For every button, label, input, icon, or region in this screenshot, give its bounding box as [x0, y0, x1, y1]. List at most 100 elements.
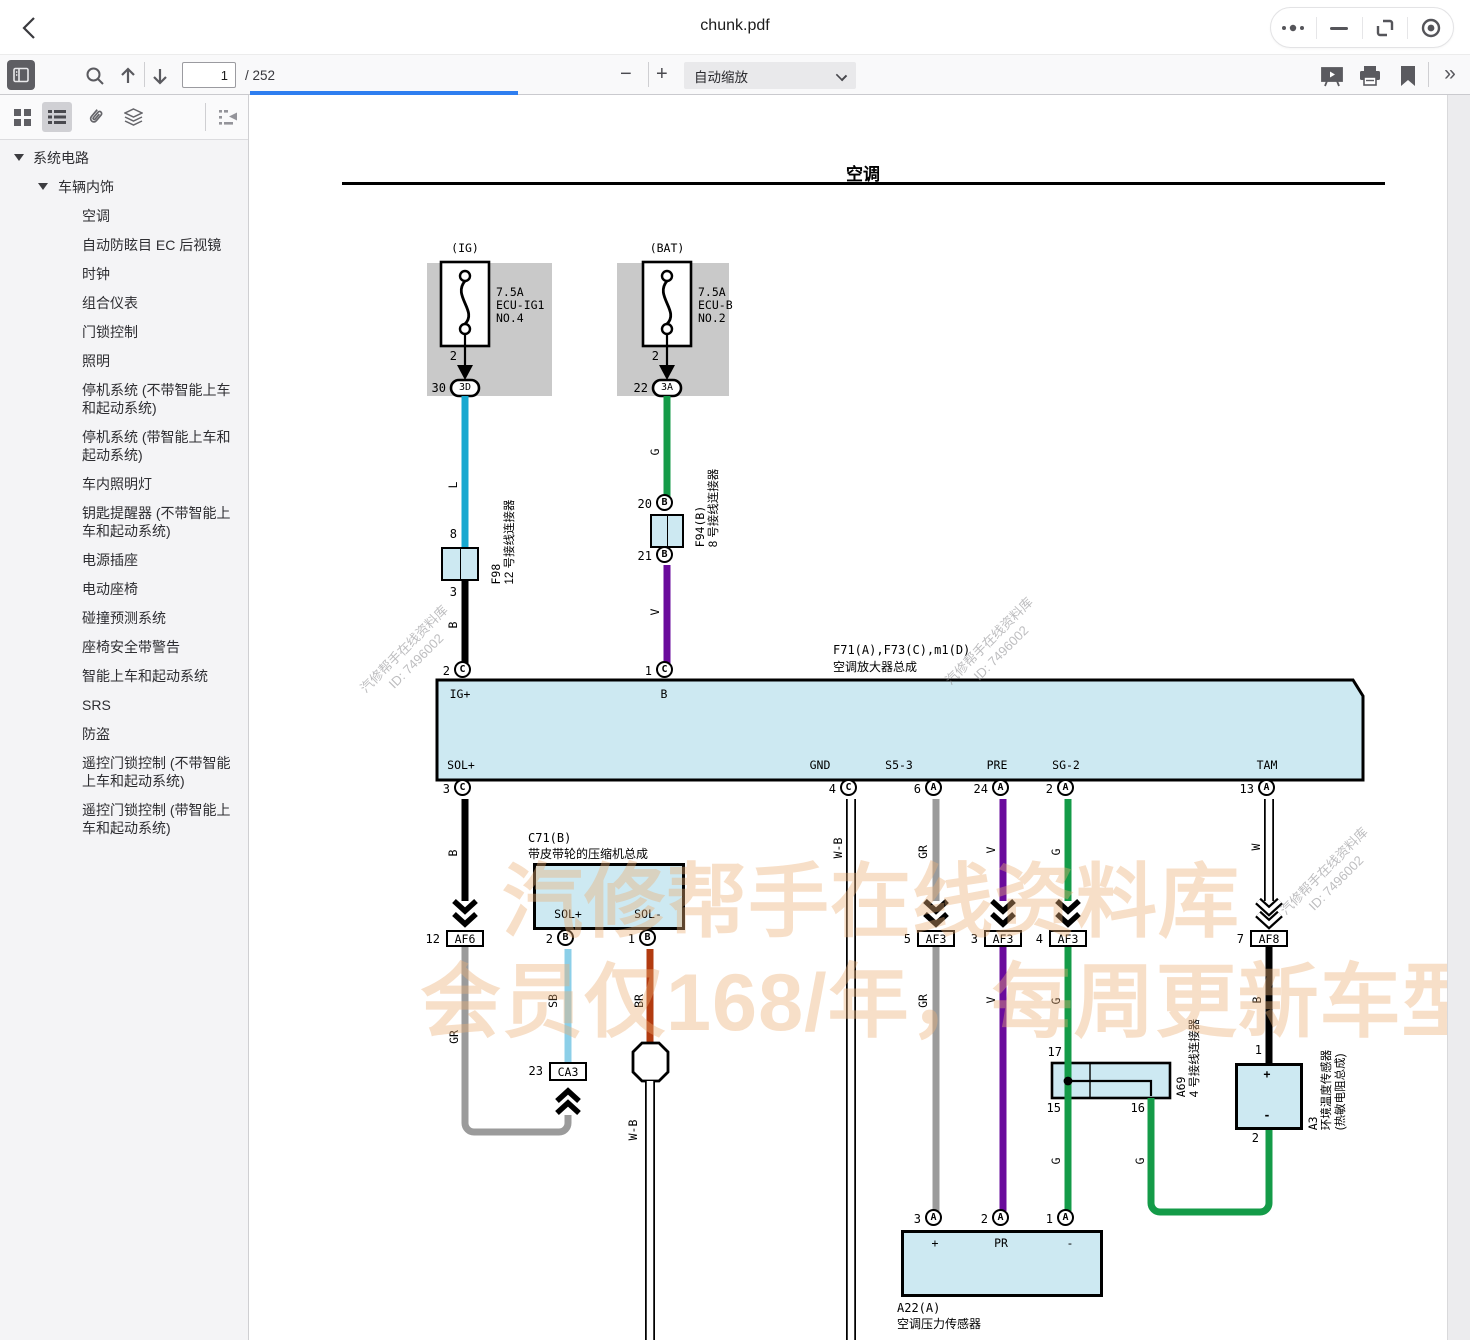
pin-number: 2 [433, 349, 457, 363]
wire-label: W-B [626, 1120, 640, 1141]
junction-f94-label: F94(B)8 号接线连接器 [693, 469, 721, 548]
expand-triangle-icon[interactable] [38, 183, 48, 190]
outline-item[interactable]: 防盗 [0, 725, 248, 743]
amp-pin-label: SOL+ [447, 758, 475, 772]
more-tools-icon[interactable]: » [1438, 61, 1462, 87]
connector-oval-label: 3D [459, 382, 471, 393]
search-icon[interactable] [84, 65, 106, 87]
fuse-tag: (IG) [451, 241, 479, 255]
sidebar-toggle-button[interactable] [7, 60, 35, 90]
print-icon[interactable] [1358, 64, 1382, 88]
connector-number: 22 [624, 381, 648, 395]
zoom-in-button[interactable]: + [656, 64, 668, 84]
pdf-toolbar: / 252 − + 自动缩放 » [0, 55, 1470, 95]
divider [648, 62, 649, 87]
outline-item[interactable]: 遥控门锁控制 (带智能上车和起动系统) [0, 801, 248, 837]
watermark-text: 会员仅168/年，每周更新车型 [420, 937, 1447, 1054]
thumbnails-view-icon[interactable] [7, 102, 37, 132]
outline-item[interactable]: 时钟 [0, 265, 248, 283]
divider [144, 62, 145, 87]
pin: 2A [992, 1209, 1009, 1226]
outline-view-icon[interactable] [42, 102, 72, 132]
page-number-input[interactable] [182, 62, 236, 88]
outline-item[interactable]: 停机系统 (不带智能上车和起动系统) [0, 381, 248, 417]
sidebar-view-buttons [0, 95, 248, 140]
outline-item[interactable]: 电源插座 [0, 551, 248, 569]
outline-item[interactable]: 座椅安全带警告 [0, 638, 248, 656]
pin: 3C [454, 779, 471, 796]
outline-item[interactable]: 碰撞预测系统 [0, 609, 248, 627]
layers-view-icon[interactable] [118, 102, 148, 132]
pin: 21B [656, 546, 673, 563]
wire-label: G [648, 449, 662, 456]
pin: 2A [1057, 779, 1074, 796]
fuse-number: NO.2 [698, 311, 726, 325]
more-options-icon[interactable] [1276, 13, 1310, 43]
record-icon[interactable] [1414, 13, 1448, 43]
pin: 3A [925, 1209, 942, 1226]
pin: 13A [1258, 779, 1275, 796]
title-rule [342, 182, 1385, 185]
amp-pin-label: S5-3 [885, 758, 913, 772]
pin: 24A [992, 779, 1009, 796]
current-outline-item-icon[interactable] [213, 102, 243, 132]
junction-f94-box [650, 514, 684, 548]
presentation-mode-icon[interactable] [1320, 64, 1344, 88]
pin-number: 15 [1037, 1101, 1061, 1115]
pin-number: 2 [1235, 1131, 1259, 1145]
amp-pin-label: IG+ [450, 687, 471, 701]
page-count: / 252 [245, 68, 275, 83]
outline-item[interactable]: 停机系统 (带智能上车和起动系统) [0, 428, 248, 464]
amp-pin-label: PRE [987, 758, 1008, 772]
next-page-icon[interactable] [150, 66, 170, 86]
outline-item[interactable]: 自动防眩目 EC 后视镜 [0, 236, 248, 254]
outline-item[interactable]: 电动座椅 [0, 580, 248, 598]
outline-item[interactable]: 智能上车和起动系统 [0, 667, 248, 685]
previous-page-icon[interactable] [118, 66, 138, 86]
outline-item[interactable]: 空调 [0, 207, 248, 225]
amp-pin-label: GND [810, 758, 831, 772]
pin: 6A [925, 779, 942, 796]
maximize-icon[interactable] [1368, 13, 1402, 43]
outline-item[interactable]: 组合仪表 [0, 294, 248, 312]
outline-item[interactable]: 钥匙提醒器 (不带智能上车和起动系统) [0, 504, 248, 540]
pin: 20B [656, 494, 673, 511]
outline-item[interactable]: SRS [0, 696, 248, 714]
pin-number: 2 [635, 349, 659, 363]
pin-number: 16 [1121, 1101, 1145, 1115]
sensor-pin-label: + [932, 1236, 939, 1250]
outline-item[interactable]: 照明 [0, 352, 248, 370]
bookmark-icon[interactable] [1398, 64, 1418, 88]
zoom-out-button[interactable]: − [620, 64, 632, 84]
divider [1362, 17, 1363, 39]
minimize-icon[interactable] [1322, 13, 1356, 43]
outline-item[interactable]: 系统电路 [0, 149, 248, 167]
outline-item[interactable]: 门锁控制 [0, 323, 248, 341]
scrollbar[interactable] [1447, 95, 1470, 1340]
window-controls [1270, 7, 1454, 48]
wire-label: L [446, 482, 460, 489]
attachments-view-icon[interactable] [80, 102, 110, 132]
sensor-polarity: - [1264, 1108, 1271, 1122]
connector-number: 30 [422, 381, 446, 395]
outline-item[interactable]: 遥控门锁控制 (不带智能上车和起动系统) [0, 754, 248, 790]
pin-number: 3 [433, 585, 457, 599]
pin-number: 8 [433, 527, 457, 541]
connector-oval-label: 3A [661, 382, 673, 393]
chevron-down-icon [836, 70, 847, 81]
sensor-polarity: + [1264, 1067, 1271, 1081]
outline-item[interactable]: 车辆内饰 [0, 178, 248, 196]
expand-triangle-icon[interactable] [14, 154, 24, 161]
zoom-level-select[interactable]: 自动缩放 [684, 62, 856, 89]
fuse-rating: 7.5A [698, 285, 726, 299]
connector-ca3: 23CA3 [549, 1062, 587, 1081]
divider [205, 103, 206, 131]
outline-item[interactable]: 车内照明灯 [0, 475, 248, 493]
pin: 2C [454, 661, 471, 678]
pressure-sensor-name: 空调压力传感器 [897, 1315, 981, 1332]
fuse-tag: (BAT) [650, 241, 685, 255]
divider [1316, 17, 1317, 39]
zoom-level-value: 自动缩放 [694, 66, 748, 86]
sidebar: 系统电路 车辆内饰 空调 自动防眩目 EC 后视镜 时钟 组合仪表 门锁控制 照… [0, 95, 249, 1340]
pin: 1C [656, 661, 673, 678]
